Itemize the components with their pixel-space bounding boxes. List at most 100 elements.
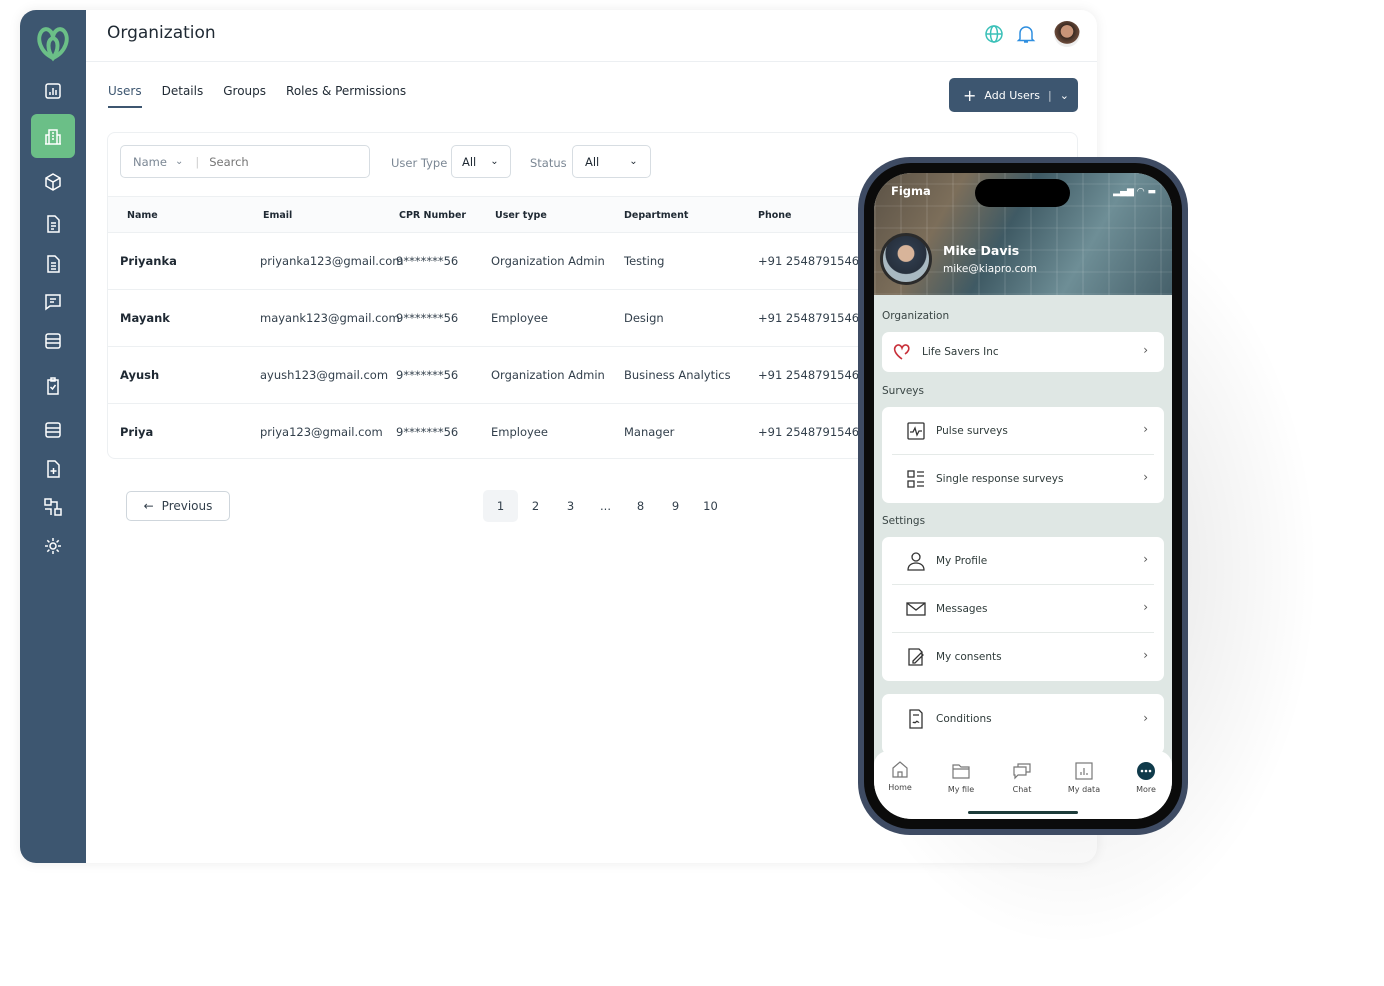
sidebar-item-documents[interactable] bbox=[31, 202, 75, 246]
sidebar-item-messages[interactable] bbox=[31, 280, 75, 324]
cell-cpr: 9*******56 bbox=[396, 425, 459, 439]
tab-roles-permissions[interactable]: Roles & Permissions bbox=[286, 84, 406, 108]
previous-label: Previous bbox=[161, 499, 213, 513]
profile-email: mike@kiapro.com bbox=[943, 263, 1037, 275]
search-field[interactable]: Name ⌄ | bbox=[120, 145, 370, 178]
column-header-name[interactable]: Name bbox=[127, 210, 158, 221]
chevron-right-icon: › bbox=[1143, 422, 1148, 436]
chevron-down-icon: ⌄ bbox=[629, 156, 638, 167]
dynamic-island bbox=[975, 179, 1070, 207]
column-header-user-type[interactable]: User type bbox=[495, 210, 547, 221]
my-profile-item[interactable]: My Profile › bbox=[892, 537, 1154, 585]
cell-email: priya123@gmail.com bbox=[260, 425, 383, 439]
sidebar-item-workflow[interactable] bbox=[31, 485, 75, 529]
edit-document-icon bbox=[908, 648, 924, 666]
single-response-surveys-label: Single response surveys bbox=[936, 473, 1064, 485]
page-9[interactable]: 9 bbox=[658, 490, 693, 522]
cell-phone: +91 2548791546 bbox=[758, 425, 860, 439]
profile-avatar[interactable] bbox=[880, 233, 932, 285]
column-header-email[interactable]: Email bbox=[263, 210, 292, 221]
workflow-icon bbox=[44, 498, 62, 516]
sidebar-item-settings[interactable] bbox=[31, 524, 75, 568]
single-response-surveys-item[interactable]: Single response surveys › bbox=[892, 455, 1154, 503]
column-header-cpr[interactable]: CPR Number bbox=[399, 210, 466, 221]
user-icon bbox=[907, 552, 925, 571]
globe-icon[interactable] bbox=[983, 23, 1005, 45]
signal-wifi-battery-icon: ▂▄▆ ◠ ▬ bbox=[1113, 187, 1156, 197]
my-consents-item[interactable]: My consents › bbox=[892, 633, 1154, 681]
tab-chat-label: Chat bbox=[1012, 785, 1032, 794]
tab-more[interactable]: More bbox=[1121, 761, 1171, 794]
cell-phone: +91 2548791546 bbox=[758, 368, 860, 382]
sidebar-item-dashboard[interactable] bbox=[31, 69, 75, 113]
chevron-right-icon: › bbox=[1143, 552, 1148, 566]
conditions-item[interactable]: Conditions › bbox=[892, 694, 1154, 744]
organization-card: Life Savers Inc › bbox=[882, 332, 1164, 372]
status-select[interactable]: All ⌄ bbox=[572, 145, 651, 178]
page-title: Organization bbox=[107, 23, 216, 43]
bell-icon[interactable] bbox=[1015, 23, 1037, 45]
conditions-card: Conditions › bbox=[882, 694, 1164, 754]
chevron-down-icon: ⌄ bbox=[174, 156, 184, 167]
cell-phone: +91 2548791546 bbox=[758, 254, 860, 268]
tab-details[interactable]: Details bbox=[162, 84, 204, 108]
cell-cpr: 9*******56 bbox=[396, 311, 459, 325]
surveys-card: Pulse surveys › Single response surveys › bbox=[882, 407, 1164, 503]
logo-icon bbox=[37, 27, 69, 62]
previous-button[interactable]: ← Previous bbox=[126, 491, 230, 521]
tab-chat[interactable]: Chat bbox=[997, 761, 1047, 794]
cell-email: ayush123@gmail.com bbox=[260, 368, 389, 382]
tab-my-file[interactable]: My file bbox=[936, 761, 986, 794]
phone-screen: Figma ▂▄▆ ◠ ▬ Mike Davis mike@kiapro.com… bbox=[874, 173, 1172, 819]
tab-my-data[interactable]: My data bbox=[1059, 761, 1109, 794]
mail-icon bbox=[906, 602, 926, 616]
sidebar-item-organization[interactable] bbox=[31, 114, 75, 158]
section-surveys: Surveys bbox=[882, 385, 924, 397]
more-icon bbox=[1137, 762, 1155, 780]
tab-bar: Users Details Groups Roles & Permissions bbox=[108, 84, 406, 108]
user-type-select[interactable]: All ⌄ bbox=[451, 145, 511, 178]
cell-name: Priyanka bbox=[120, 254, 177, 268]
heart-logo-icon bbox=[893, 344, 910, 360]
page-2[interactable]: 2 bbox=[518, 490, 553, 522]
page-3[interactable]: 3 bbox=[553, 490, 588, 522]
chevron-down-icon[interactable]: ⌄ bbox=[1060, 89, 1069, 102]
cell-user-type: Employee bbox=[491, 425, 548, 439]
home-icon bbox=[892, 761, 908, 778]
search-input[interactable] bbox=[209, 154, 350, 169]
page-10[interactable]: 10 bbox=[693, 490, 728, 522]
name-select[interactable]: Name bbox=[133, 155, 167, 169]
clipboard-check-icon bbox=[47, 377, 59, 395]
header: Organization bbox=[86, 10, 1097, 62]
pulse-surveys-item[interactable]: Pulse surveys › bbox=[892, 407, 1154, 455]
plus-icon: + bbox=[963, 85, 977, 105]
cell-email: mayank123@gmail.com bbox=[260, 311, 400, 325]
tab-my-file-label: My file bbox=[947, 785, 975, 794]
qr-list-icon bbox=[907, 470, 924, 488]
add-users-button[interactable]: + Add Users | ⌄ bbox=[949, 78, 1078, 112]
page-8[interactable]: 8 bbox=[623, 490, 658, 522]
sidebar-item-products[interactable] bbox=[31, 160, 75, 204]
cell-user-type: Organization Admin bbox=[491, 254, 605, 268]
cell-department: Testing bbox=[624, 254, 665, 268]
org-item[interactable]: Life Savers Inc › bbox=[882, 332, 1154, 372]
messages-item[interactable]: Messages › bbox=[892, 585, 1154, 633]
sidebar-item-table[interactable] bbox=[31, 408, 75, 452]
tab-groups[interactable]: Groups bbox=[223, 84, 266, 108]
tab-home[interactable]: Home bbox=[875, 759, 925, 792]
column-header-department[interactable]: Department bbox=[624, 210, 688, 221]
my-consents-label: My consents bbox=[936, 651, 1002, 663]
chart-icon bbox=[1075, 762, 1093, 780]
status-carrier: Figma bbox=[891, 184, 931, 198]
sidebar-item-tasks[interactable] bbox=[31, 364, 75, 408]
cell-name: Mayank bbox=[120, 311, 170, 325]
file-plus-icon bbox=[47, 460, 60, 478]
sidebar-item-list[interactable] bbox=[31, 319, 75, 363]
tab-users[interactable]: Users bbox=[108, 84, 142, 108]
page-1[interactable]: 1 bbox=[483, 490, 518, 522]
bottom-tab-bar: Home My file Chat My data More bbox=[874, 751, 1172, 819]
cube-icon bbox=[45, 173, 61, 191]
column-header-phone[interactable]: Phone bbox=[758, 210, 791, 221]
conditions-label: Conditions bbox=[936, 713, 992, 725]
user-avatar[interactable] bbox=[1054, 21, 1080, 47]
